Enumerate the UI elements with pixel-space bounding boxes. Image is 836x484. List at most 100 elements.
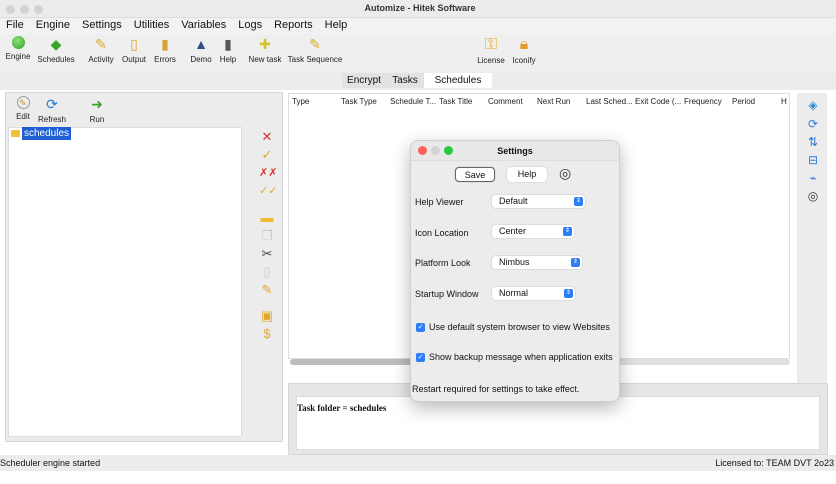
column-header[interactable]: Schedule T... <box>390 97 436 106</box>
task-folder-text: Task folder = schedules <box>297 403 387 413</box>
column-header[interactable]: Comment <box>488 97 523 106</box>
menu-engine[interactable]: Engine <box>30 18 76 34</box>
menu-reports[interactable]: Reports <box>268 18 319 34</box>
minimize-window-button[interactable] <box>20 5 29 14</box>
notepad-icon: ✎ <box>95 36 107 52</box>
column-header[interactable]: Task Title <box>439 97 472 106</box>
errors-button[interactable]: ▮ Errors <box>152 36 178 64</box>
lock-icon: 🔒︎ <box>519 36 529 53</box>
settings-dialog: Settings Save Help ◎ Help Viewer Default… <box>410 140 620 402</box>
menu-settings[interactable]: Settings <box>76 18 128 34</box>
folder-icon <box>11 130 20 137</box>
book-icon: ▮ <box>224 36 232 52</box>
demo-button[interactable]: ▲ Demo <box>189 36 213 64</box>
sort-icon[interactable]: ⇅ <box>805 135 821 149</box>
window-title: Automize - Hitek Software <box>364 3 476 13</box>
copy-icon[interactable]: ❐ <box>259 228 275 244</box>
help-viewer-label: Help Viewer <box>415 197 464 207</box>
dialog-zoom-button[interactable] <box>444 146 453 155</box>
icon-location-label: Icon Location <box>415 228 469 238</box>
chevron-updown-icon: ⇕ <box>571 258 580 267</box>
tab-bar: Encrypt Tasks Schedules <box>0 72 836 90</box>
column-header[interactable]: Task Type <box>341 97 377 106</box>
delete-all-icon[interactable]: ✗✗ <box>259 165 277 181</box>
license-status: Licensed to: TEAM DVT 2o23 <box>715 458 834 468</box>
icon-location-select[interactable]: Center ⇕ <box>492 225 574 238</box>
chevron-updown-icon: ⇕ <box>574 197 583 206</box>
column-header[interactable]: Type <box>292 97 309 106</box>
platform-look-select[interactable]: Nimbus ⇕ <box>492 256 582 269</box>
default-browser-checkbox[interactable]: ✓ <box>416 323 425 332</box>
enable-all-icon[interactable]: ✓✓ <box>259 183 277 199</box>
menu-help[interactable]: Help <box>319 18 354 34</box>
menu-bar: File Engine Settings Utilities Variables… <box>0 18 836 34</box>
error-doc-icon: ▮ <box>161 36 169 52</box>
help-button[interactable]: ▮ Help <box>217 36 239 64</box>
column-header[interactable]: Next Run <box>537 97 570 106</box>
restart-note: Restart required for settings to take ef… <box>412 384 580 394</box>
status-bar <box>0 455 836 471</box>
green-circle-icon <box>11 36 25 49</box>
scrollbar-thumb[interactable] <box>290 359 420 365</box>
delete-icon[interactable]: ✕ <box>259 129 275 145</box>
new-task-icon: ✚ <box>259 36 271 52</box>
save-button[interactable]: Save <box>455 167 495 182</box>
demo-icon: ▲ <box>194 36 208 52</box>
chevron-updown-icon: ⇕ <box>563 227 572 236</box>
new-task-button[interactable]: ✚ New task <box>248 36 282 64</box>
tab-tasks[interactable]: Tasks <box>386 73 424 88</box>
menu-file[interactable]: File <box>0 18 30 34</box>
green-diamond-icon: ◆ <box>50 36 62 52</box>
run-arrow-icon: ➜ <box>91 96 103 112</box>
power-icon[interactable]: ◎ <box>559 165 571 182</box>
schedule-tree[interactable] <box>8 127 242 437</box>
startup-window-select[interactable]: Normal ⇕ <box>492 287 575 300</box>
column-header[interactable]: Frequency <box>684 97 722 106</box>
menu-utilities[interactable]: Utilities <box>128 18 175 34</box>
main-toolbar: Engine ◆ Schedules ✎ Activity ▯ Output ▮ Err… <box>0 34 836 72</box>
link-icon[interactable]: ⌁ <box>805 171 821 185</box>
help-viewer-select[interactable]: Default ⇕ <box>492 195 585 208</box>
activity-button[interactable]: ✎ Activity <box>86 36 116 64</box>
cut-icon[interactable]: ✂ <box>259 246 275 262</box>
folder-open-icon[interactable]: ▬ <box>259 210 275 226</box>
tree-node-schedules[interactable]: schedules <box>22 127 72 140</box>
power-icon[interactable]: ◎ <box>805 189 821 203</box>
run-button[interactable]: ➜ Run <box>86 96 108 124</box>
info-icon[interactable]: ◈ <box>805 98 821 112</box>
column-header[interactable]: Period <box>732 97 755 106</box>
clipboard-icon: ▯ <box>130 36 138 52</box>
zoom-window-button[interactable] <box>34 5 43 14</box>
paste-icon[interactable]: ▯ <box>259 264 275 280</box>
refresh-icon[interactable]: ⟳ <box>805 117 821 131</box>
backup-message-label: Show backup message when application exi… <box>429 352 613 362</box>
menu-logs[interactable]: Logs <box>232 18 268 34</box>
output-button[interactable]: ▯ Output <box>120 36 148 64</box>
column-header[interactable]: Last Sched... <box>586 97 633 106</box>
engine-button[interactable]: Engine <box>5 36 31 61</box>
close-window-button[interactable] <box>6 5 15 14</box>
enable-icon[interactable]: ✓ <box>259 147 275 163</box>
tab-schedules[interactable]: Schedules <box>424 73 492 88</box>
help-button[interactable]: Help <box>507 167 547 182</box>
task-sequence-icon: ✎ <box>309 36 321 52</box>
dialog-close-button[interactable] <box>418 146 427 155</box>
task-sequence-button[interactable]: ✎ Task Sequence <box>287 36 343 64</box>
rename-icon[interactable]: ✎ <box>259 282 275 298</box>
clipboard-icon[interactable]: ▣ <box>259 308 275 324</box>
variable-icon[interactable]: $ <box>259 326 275 342</box>
iconify-button[interactable]: 🔒︎ Iconify <box>510 36 538 66</box>
tab-encrypt[interactable]: Encrypt <box>342 73 386 88</box>
column-header[interactable]: Exit Code (... <box>635 97 681 106</box>
refresh-button[interactable]: ⟳ Refresh <box>37 96 67 124</box>
refresh-icon: ⟳ <box>46 96 58 112</box>
default-browser-label: Use default system browser to view Websi… <box>429 322 610 332</box>
column-header[interactable]: H <box>781 97 787 106</box>
menu-variables[interactable]: Variables <box>175 18 232 34</box>
license-button[interactable]: ⚿ License <box>476 37 506 66</box>
backup-message-checkbox[interactable]: ✓ <box>416 353 425 362</box>
collapse-icon[interactable]: ⊟ <box>805 153 821 167</box>
schedules-button[interactable]: ◆ Schedules <box>36 36 76 64</box>
dialog-minimize-button[interactable] <box>431 146 440 155</box>
edit-button[interactable]: ✎ Edit <box>12 96 34 121</box>
